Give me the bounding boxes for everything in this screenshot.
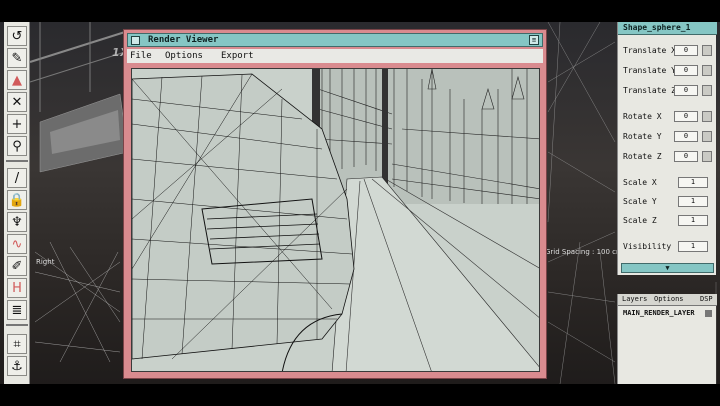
object-name-header: Shape_sphere_1 xyxy=(618,22,717,35)
render-viewer-menubar: File Options Export xyxy=(127,49,543,63)
translate-x-key-button[interactable] xyxy=(702,45,712,56)
grid-spacing-label: Grid Spacing : 100 cm xyxy=(545,248,623,256)
menu-export[interactable]: Export xyxy=(221,51,254,61)
plus-icon[interactable]: + xyxy=(7,114,27,134)
translate-y-key-button[interactable] xyxy=(702,65,712,76)
window-control-icon[interactable]: ≡ xyxy=(529,35,539,45)
mountain-icon[interactable]: ▲ xyxy=(7,70,27,90)
lasso-icon[interactable]: ↺ xyxy=(7,26,27,46)
visibility-field[interactable]: 1 xyxy=(678,241,708,252)
translate-y-label: Translate Y xyxy=(623,66,676,75)
tab-options[interactable]: Options xyxy=(654,295,684,303)
rotate-y-field[interactable]: 0 xyxy=(674,131,698,142)
pencil-icon[interactable]: ✐ xyxy=(7,256,27,276)
translate-y-field[interactable]: 0 xyxy=(674,65,698,76)
visibility-label: Visibility xyxy=(623,242,672,251)
toolbar-divider xyxy=(6,324,28,326)
window-menu-icon[interactable] xyxy=(131,36,140,45)
h-icon[interactable]: H xyxy=(7,278,27,298)
scale-x-field[interactable]: 1 xyxy=(678,177,708,188)
render-viewer-titlebar[interactable]: Render Viewer ≡ xyxy=(127,33,543,47)
letterbox-bottom xyxy=(0,384,720,406)
layer-display-toggle[interactable] xyxy=(705,310,712,317)
rotate-y-key-button[interactable] xyxy=(702,131,712,142)
lock-icon[interactable]: 🔒 xyxy=(7,190,27,210)
layer-name: MAIN_RENDER_LAYER xyxy=(623,309,695,317)
viewport-label-right: Right xyxy=(36,258,55,266)
rotate-x-field[interactable]: 0 xyxy=(674,111,698,122)
scale-x-label: Scale X xyxy=(623,178,657,187)
translate-x-label: Translate X xyxy=(623,46,676,55)
scale-y-label: Scale Y xyxy=(623,197,657,206)
brush-icon[interactable]: / xyxy=(7,168,27,188)
object-name: Shape_sphere_1 xyxy=(623,23,691,32)
paint-icon[interactable]: ✎ xyxy=(7,48,27,68)
scale-z-field[interactable]: 1 xyxy=(678,215,708,226)
pin-icon[interactable]: ♆ xyxy=(7,212,27,232)
layers-header: Layers Options DSP xyxy=(618,294,717,306)
letterbox-top xyxy=(0,0,720,22)
menu-options[interactable]: Options xyxy=(165,51,203,61)
translate-z-key-button[interactable] xyxy=(702,85,712,96)
render-canvas[interactable] xyxy=(131,68,540,372)
rotate-x-key-button[interactable] xyxy=(702,111,712,122)
magnifier-icon[interactable]: ⚲ xyxy=(7,136,27,156)
scroll-down-button[interactable]: ▼ xyxy=(621,263,714,273)
rotate-y-label: Rotate Y xyxy=(623,132,662,141)
properties-panel: Shape_sphere_1 Translate X 0 Translate Y… xyxy=(617,22,717,275)
translate-z-field[interactable]: 0 xyxy=(674,85,698,96)
rotate-z-field[interactable]: 0 xyxy=(674,151,698,162)
render-viewer-title: Render Viewer xyxy=(148,35,219,45)
anchor-icon[interactable]: ⚓ xyxy=(7,356,27,376)
scale-y-field[interactable]: 1 xyxy=(678,196,708,207)
translate-z-label: Translate Z xyxy=(623,86,676,95)
layers-panel: Layers Options DSP MAIN_RENDER_LAYER xyxy=(617,294,717,384)
rotate-z-label: Rotate Z xyxy=(623,152,662,161)
scale-z-label: Scale Z xyxy=(623,216,657,225)
render-viewer-window: Render Viewer ≡ File Options Export xyxy=(123,29,547,379)
layer-row[interactable]: MAIN_RENDER_LAYER xyxy=(621,308,714,319)
document-icon[interactable]: ≣ xyxy=(7,300,27,320)
rotate-z-key-button[interactable] xyxy=(702,151,712,162)
wireframe-render xyxy=(132,69,539,371)
translate-x-field[interactable]: 0 xyxy=(674,45,698,56)
menu-file[interactable]: File xyxy=(130,51,152,61)
dsp-label: DSP xyxy=(700,295,713,303)
cross-icon[interactable]: ✕ xyxy=(7,92,27,112)
crop-icon[interactable]: ⌗ xyxy=(7,334,27,354)
toolbar-divider xyxy=(6,160,28,162)
left-toolbar: ↺ ✎ ▲ ✕ + ⚲ / 🔒 ♆ ∿ ✐ H ≣ ⌗ ⚓ xyxy=(4,22,30,384)
curve-icon[interactable]: ∿ xyxy=(7,234,27,254)
rotate-x-label: Rotate X xyxy=(623,112,662,121)
tab-layers[interactable]: Layers xyxy=(622,295,647,303)
